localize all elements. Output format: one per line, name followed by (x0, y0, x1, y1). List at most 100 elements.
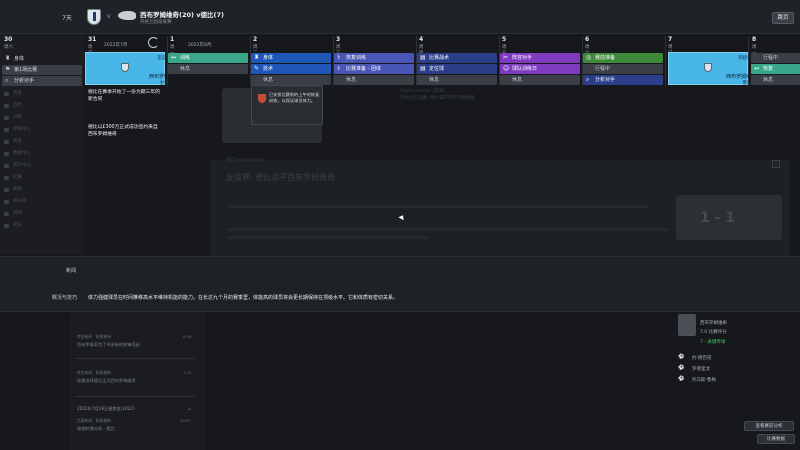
news-meta: 转会新闻 · 刚刚更新 (77, 334, 111, 339)
sidebar-dim-item[interactable]: 训练 (3, 114, 53, 122)
event-rest[interactable]: 休息 (417, 75, 497, 85)
sidebar-dim-item[interactable]: 联赛 (3, 186, 53, 194)
event-label: 休息 (512, 77, 523, 83)
event-label: 赛前准备 (595, 55, 616, 61)
group-icon: ☺ (503, 65, 510, 72)
sidebar-dim-item[interactable]: 阵容 (3, 90, 53, 98)
event-label: 技术 (263, 66, 274, 72)
sidebar-item-label: 身体 (14, 56, 25, 62)
event-rest[interactable]: 休息 (500, 75, 580, 85)
event-label: 休息 (263, 77, 274, 83)
event-opponent[interactable]: ✂ 阵容对手 (500, 53, 580, 63)
event-label: 分析对手 (595, 77, 616, 83)
day-number: 1 (170, 36, 175, 43)
event-travel[interactable]: 行程中 (751, 53, 800, 63)
day-number: 4 (419, 36, 424, 43)
skip-button[interactable]: 跳页 (772, 12, 794, 24)
event-label: 休息 (346, 77, 357, 83)
runner-icon: ⚕ (337, 65, 341, 72)
news-title: 轮换选择德比正式西布罗姆维奇 (77, 378, 136, 383)
magnifier-icon: ⌕ (586, 76, 590, 83)
news-subtitle: 英格兰友谊赛: 德比逼平西布罗姆维奇 (400, 96, 475, 101)
event-set-pieces[interactable]: ▤ 定位球 (417, 64, 497, 74)
match-stats-button[interactable]: 比赛数据 (757, 434, 795, 444)
sidebar-dim-item[interactable]: 球探中心 (3, 126, 53, 134)
info-tips-text: 体力强健球员在时间推移高水平维持机能的能力。在长达九个月的赛季里，体能高的球员将… (88, 295, 399, 301)
calendar-note[interactable]: 德比以£300万正式成功签约来自西布罗姆维奇 (88, 124, 160, 138)
match-competition: 英格兰超级联赛 (140, 20, 172, 25)
pre-match-analysis-button[interactable]: 查看赛前分析 (744, 421, 794, 431)
sidebar-dim-item[interactable]: 比赛 (3, 174, 53, 182)
target-icon: ◎ (586, 54, 592, 61)
event-travel[interactable]: 行程中 (583, 64, 663, 74)
divider (75, 358, 195, 359)
scorer-name: 托马斯·鲁梅 (692, 378, 716, 383)
sidebar-dim-item[interactable]: 财政 (3, 210, 53, 218)
match-card-opponent: 西布罗姆维奇 (148, 74, 179, 80)
event-physical[interactable]: ♜ 身体 (251, 53, 331, 63)
month-label: 2022年8月 (188, 43, 212, 48)
event-rest[interactable]: 休息 (751, 75, 800, 85)
event-team-day[interactable]: ☺ 球队训练日 (500, 64, 580, 74)
score-overlay: 1 - 1 (700, 210, 736, 226)
dumbbell-icon: ♜ (254, 54, 260, 61)
event-match-tactics[interactable]: ▤ 比赛战术 (417, 53, 497, 63)
player-of-match-card[interactable]: 西布罗姆维奇 7.0 比赛评分 7 - 关键传球 (678, 310, 788, 350)
event-label: 比赛战术 (429, 55, 450, 61)
match-card-friendly[interactable]: 友谊赛 西布罗姆维奇 主场 (85, 52, 179, 86)
close-icon[interactable]: × (772, 160, 780, 168)
ball-icon: ⚽ (678, 376, 685, 382)
flag-icon: ⚑ (5, 66, 11, 73)
event-label: 阵容对手 (512, 55, 533, 61)
clipboard-icon: ▤ (420, 54, 426, 61)
boot-icon: ✎ (254, 65, 260, 72)
player-club: 西布罗姆维奇 (700, 321, 727, 326)
chevron-down-icon[interactable]: ⌄ (187, 405, 192, 412)
news-body-line (228, 228, 668, 231)
news-from: Footie moster (新闻) (400, 89, 445, 94)
news-meta: 比赛新闻 · 刚刚更新 (77, 418, 111, 423)
sidebar-dim-item[interactable]: 俱乐部 (3, 198, 53, 206)
match-title[interactable]: 西布罗姆维奇(20) v德比(7) (140, 9, 224, 19)
event-recovery[interactable]: ⚕ 恢复训练 (334, 53, 414, 63)
away-club-crest-icon[interactable] (118, 11, 136, 20)
event-recovery[interactable]: ↔ 恢复 (751, 64, 800, 74)
home-club-crest-icon[interactable] (87, 9, 101, 25)
match-card-league[interactable]: 英超联赛 西布罗姆维奇 (20) 客场 (668, 52, 768, 86)
event-rest[interactable]: 休息 (334, 75, 414, 85)
sidebar-dim-item[interactable]: 医疗中心 (3, 162, 53, 170)
news-title: 西布罗维奇为了寻求新的前锋而出 (77, 342, 140, 347)
day-number: 7 (668, 36, 673, 43)
scorer-name: 罗德里戈 (692, 367, 710, 372)
match-card-venue: 主场 (159, 81, 169, 86)
news-time: 7:41 (183, 370, 192, 375)
event-label: 行程中 (763, 55, 779, 61)
sidebar-dim-item[interactable]: 转会 (3, 138, 53, 146)
sidebar-weekday: 周六 (4, 45, 13, 50)
event-tooltip: 已安排比赛前的上午的恢复训练，以保证球员体力。 (251, 85, 323, 125)
sidebar-dim-item[interactable]: 战术 (3, 102, 53, 110)
event-training[interactable]: ↔ 训练 (168, 53, 248, 63)
calendar-note[interactable]: 德比在赛季开始了一份为期三年的新合同 (88, 89, 160, 103)
sidebar-item-first-match[interactable]: ⚑ 第1场比赛 (2, 65, 82, 75)
sidebar-item-analyse-opponent[interactable]: ⌕ 分析对手 (2, 76, 82, 86)
event-pre-match[interactable]: ◎ 赛前准备 (583, 53, 663, 63)
info-bar: 新闻 概况与技巧 体力强健球员在时间推移高水平维持机能的能力。在长达九个月的赛季… (0, 256, 800, 312)
info-tips-label: 概况与技巧 (52, 295, 78, 301)
news-body-line (228, 205, 648, 208)
ball-icon: ⚽ (678, 354, 685, 360)
event-rest[interactable]: 休息 (251, 75, 331, 85)
event-analyse-opponent[interactable]: ⌕ 分析对手 (583, 75, 663, 85)
sidebar-item-label: 分析对手 (14, 78, 35, 84)
scorer-name: 约·德巴塔 (692, 356, 712, 361)
club-crest-icon (258, 94, 266, 103)
event-rest[interactable]: 休息 (168, 64, 248, 74)
event-match-prep[interactable]: ⚕ 比赛准备 - 团体 (334, 64, 414, 74)
day-number: 3 (336, 36, 341, 43)
magnifier-icon: ⌕ (5, 77, 9, 84)
event-technical[interactable]: ✎ 技术 (251, 64, 331, 74)
sidebar-item-physical[interactable]: ♜ 身体 (2, 54, 82, 64)
sidebar-dim-item[interactable]: 职员 (3, 222, 53, 230)
sidebar-dim-item[interactable]: 数据中心 (3, 150, 53, 158)
day-number: 8 (752, 36, 757, 43)
